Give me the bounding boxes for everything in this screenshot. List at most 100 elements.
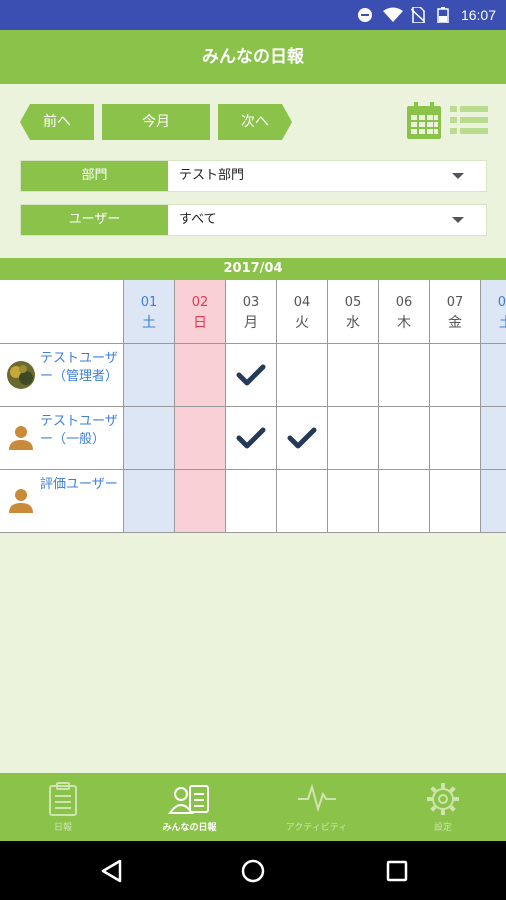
user-label: ユーザー [21,205,168,235]
report-cell[interactable] [480,407,506,470]
team-report-icon [167,785,209,814]
report-cell[interactable] [225,407,276,470]
day-header: 04 火 [276,280,327,344]
weekday-label: 火 [295,315,309,331]
report-cell[interactable] [429,407,480,470]
status-bar: 16:07 [0,0,506,30]
day-number: 06 [395,295,413,310]
day-number: 01 [140,295,158,310]
bottom-nav: 日報 みんなの日報 アクティビティ 設定 [0,773,506,841]
report-cell[interactable] [276,344,327,407]
weekday-label: 月 [244,315,258,331]
day-number: 03 [242,295,260,310]
day-header: 06 木 [378,280,429,344]
report-cell[interactable] [123,344,174,407]
user-name-link[interactable]: テストユーザー（一般） [40,413,120,449]
report-cell[interactable] [378,344,429,407]
report-cell[interactable] [327,470,378,533]
day-number: 07 [446,295,464,310]
report-cell[interactable] [174,344,225,407]
report-cell[interactable] [225,344,276,407]
report-cell[interactable] [327,407,378,470]
report-cell[interactable] [225,470,276,533]
do-not-disturb-icon [358,8,372,22]
report-cell[interactable] [327,344,378,407]
department-select[interactable]: 部門 テスト部門 [20,160,487,192]
day-header: 07 金 [429,280,480,344]
gear-icon [427,783,459,815]
report-cell[interactable] [276,407,327,470]
weekday-label: 木 [397,315,411,331]
user-row-header[interactable]: テストユーザー（一般） [0,407,123,470]
department-value: テスト部門 [179,168,245,183]
user-name-link[interactable]: 評価ユーザー [40,476,120,494]
pulse-icon [297,783,336,812]
tab-activity[interactable]: アクティビティ [253,773,380,841]
report-cell[interactable] [429,344,480,407]
report-cell[interactable] [276,470,327,533]
calendar-view-icon[interactable] [406,102,442,140]
department-label: 部門 [21,161,168,191]
user-row-header[interactable]: テストユーザー（管理者） [0,344,123,407]
day-header: 05 水 [327,280,378,344]
check-icon [236,364,266,386]
calendar-grid: 01 土 02 日 03 月 04 火 05 水 06 木 07 金 08 土テストユーザー（管理者） テストユ… [0,280,506,533]
report-cell[interactable] [378,407,429,470]
next-month-button[interactable]: 次へ [218,104,292,140]
avatar [7,361,35,389]
tab-settings[interactable]: 設定 [380,773,506,841]
report-cell[interactable] [123,407,174,470]
person-icon [9,426,33,450]
report-cell[interactable] [174,407,225,470]
tab-everyone-reports[interactable]: みんなの日報 [126,773,253,841]
day-number: 08 [497,295,506,310]
page-title: みんなの日報 [0,30,506,84]
user-value: すべて [179,212,217,227]
tab-label: アクティビティ [285,823,348,833]
report-cell[interactable] [480,344,506,407]
recents-icon[interactable] [386,860,408,882]
report-cell[interactable] [480,470,506,533]
home-icon[interactable] [241,859,265,883]
user-row-header[interactable]: 評価ユーザー [0,470,123,533]
day-number: 05 [344,295,362,310]
weekday-label: 日 [193,315,207,331]
wifi-icon [383,7,403,22]
user-name-link[interactable]: テストユーザー（管理者） [40,350,120,386]
month-label: 2017/04 [0,258,506,280]
tab-label: 設定 [433,823,452,833]
prev-month-button[interactable]: 前へ [20,104,94,140]
weekday-label: 金 [448,315,462,331]
tab-label: みんなの日報 [162,823,217,833]
tab-label: 日報 [53,823,72,833]
grid-corner [0,280,123,344]
day-number: 02 [191,295,209,310]
day-number: 04 [293,295,311,310]
battery-icon [437,7,449,23]
day-header: 03 月 [225,280,276,344]
back-icon[interactable] [100,859,122,883]
weekday-label: 水 [346,315,360,331]
list-view-icon[interactable] [450,102,488,138]
day-header: 01 土 [123,280,174,344]
check-icon [287,427,317,449]
day-header: 08 土 [480,280,506,344]
weekday-label: 土 [481,313,506,333]
system-nav-bar [0,841,506,900]
clipboard-icon [49,782,77,816]
report-cell[interactable] [378,470,429,533]
report-cell[interactable] [123,470,174,533]
clock: 16:07 [460,7,496,23]
user-select[interactable]: ユーザー すべて [20,204,487,236]
person-icon [9,489,33,513]
weekday-label: 土 [142,315,156,331]
check-icon [236,427,266,449]
tab-daily-report[interactable]: 日報 [0,773,126,841]
dropdown-arrow-icon [452,173,464,179]
no-sim-icon [411,7,425,23]
dropdown-arrow-icon [452,217,464,223]
day-header: 02 日 [174,280,225,344]
this-month-button[interactable]: 今月 [102,104,210,140]
report-cell[interactable] [429,470,480,533]
report-cell[interactable] [174,470,225,533]
